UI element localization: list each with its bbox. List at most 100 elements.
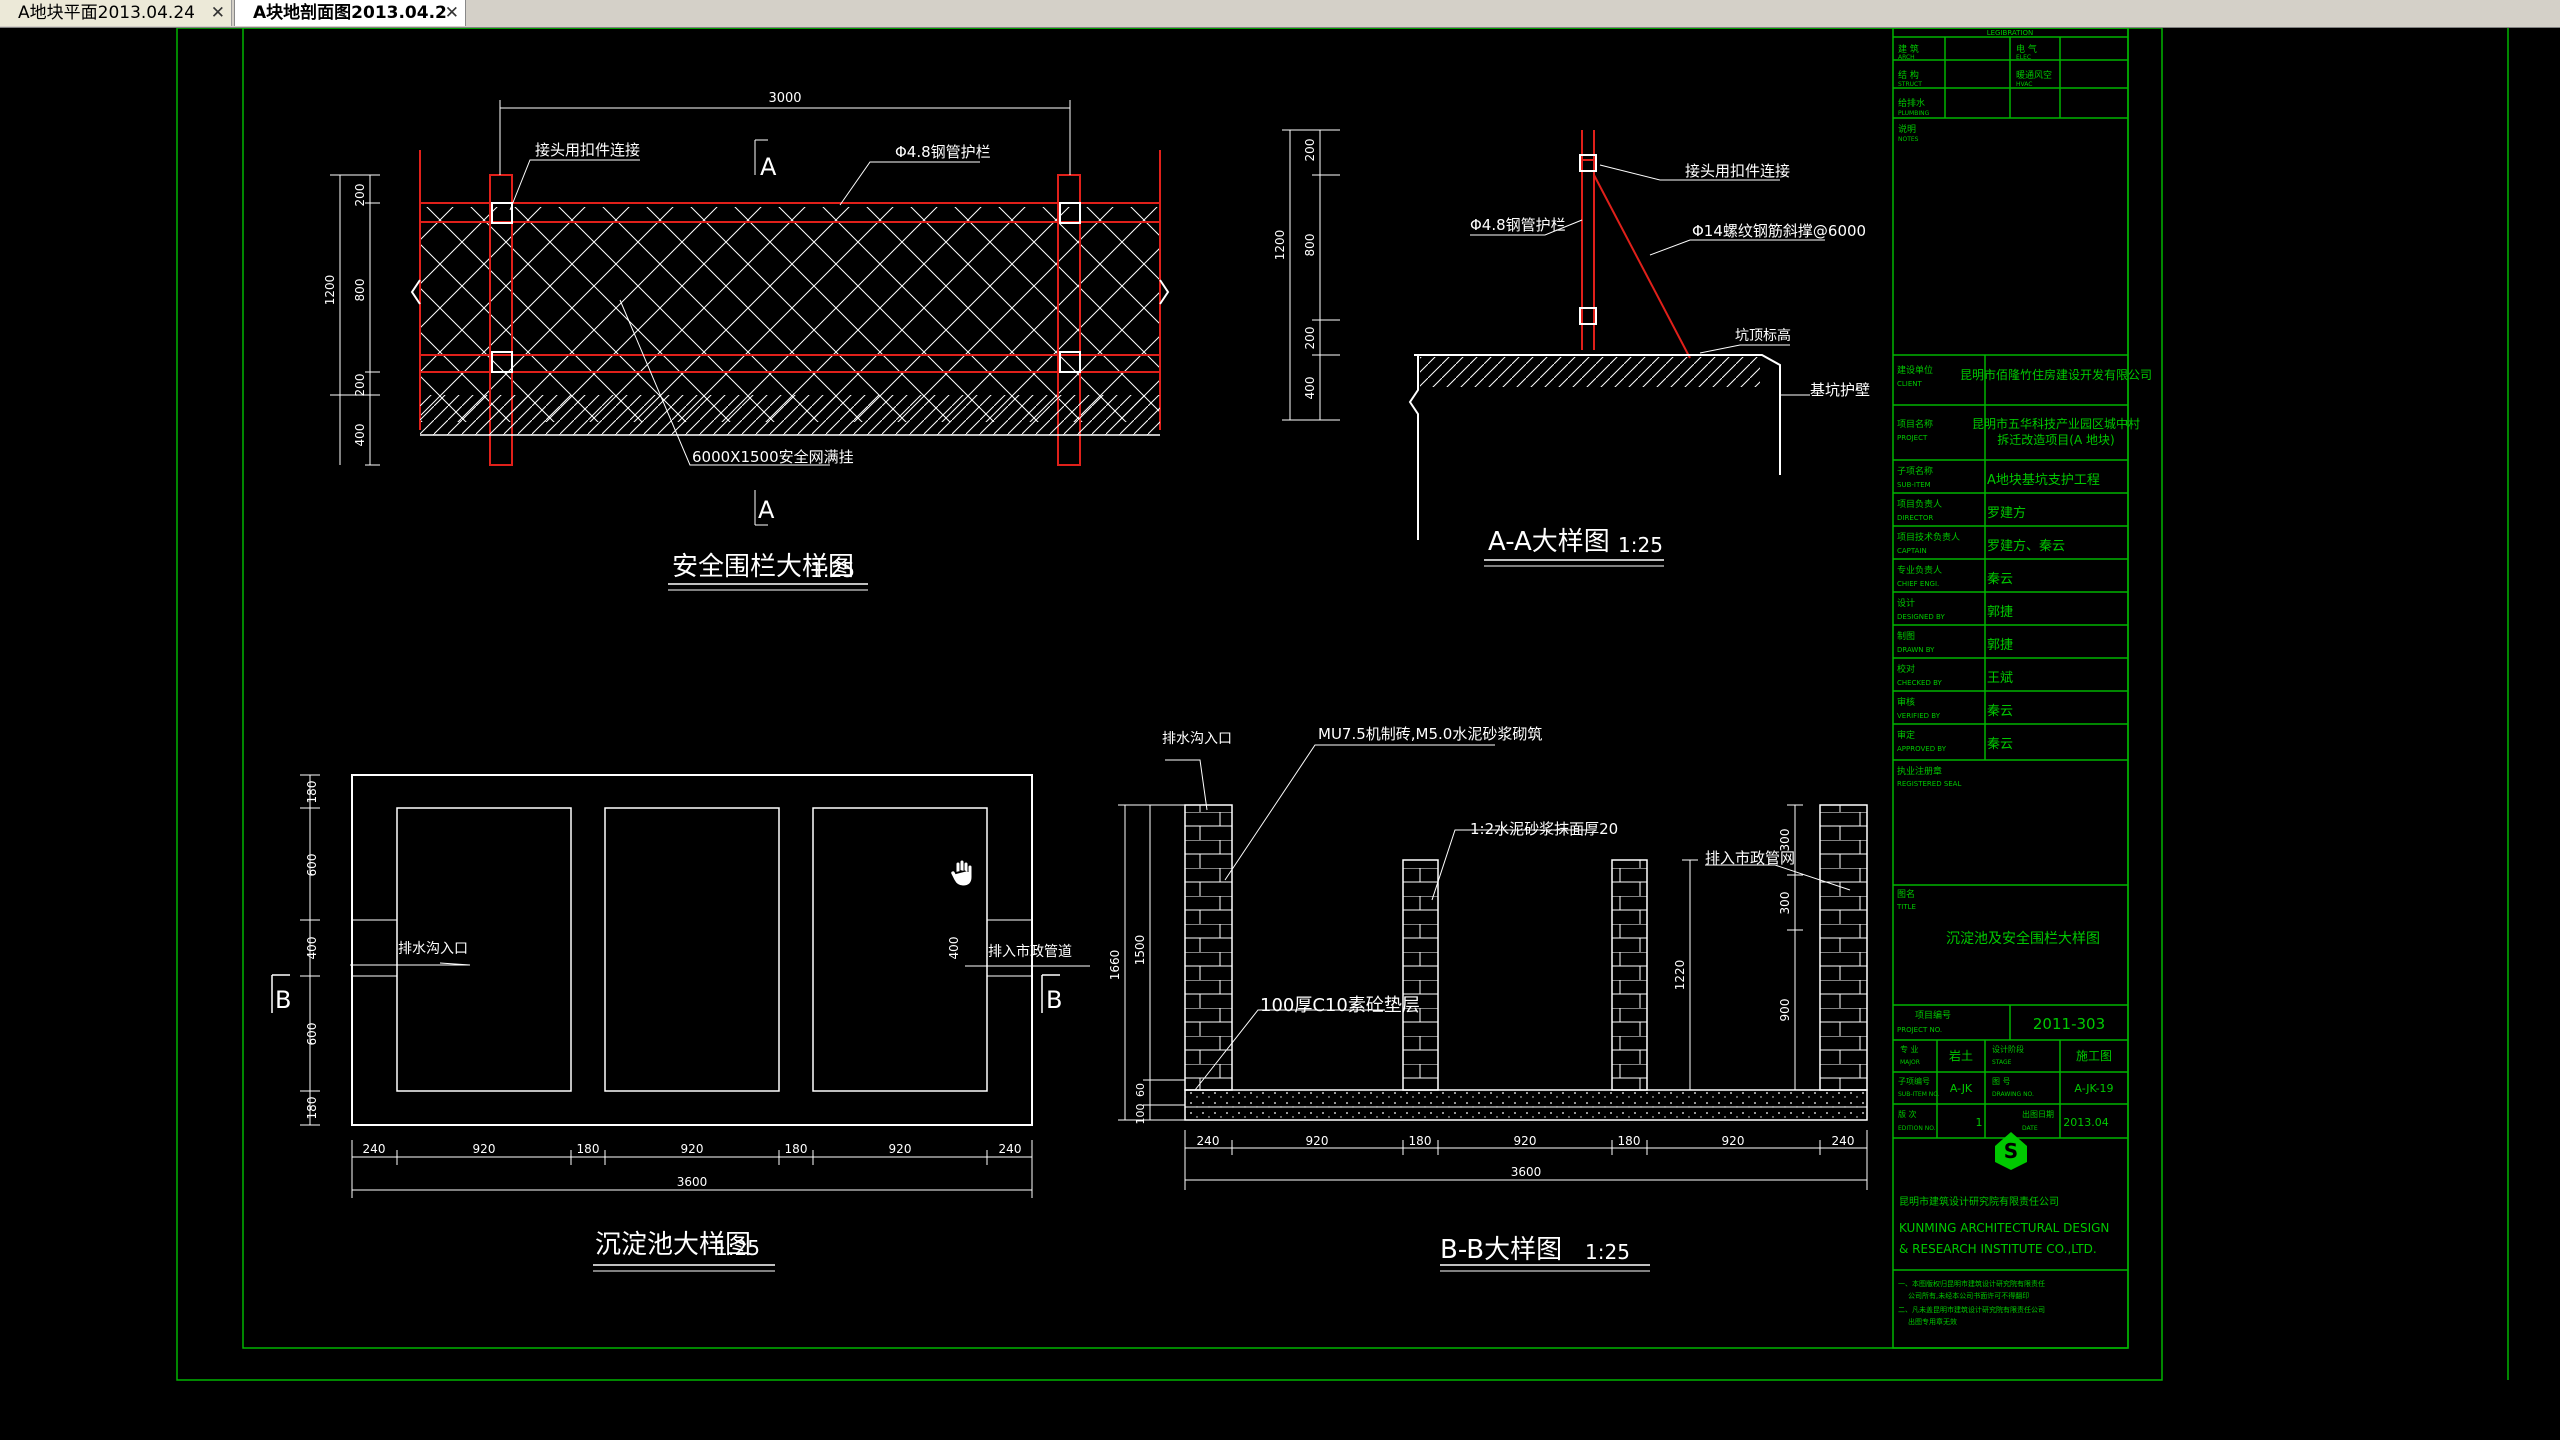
tb-footnote-1b: 公司所有,未经本公司书面许可不得翻印 bbox=[1908, 1291, 2029, 1300]
tb-subno: A-JK bbox=[1950, 1082, 1973, 1095]
tb-drawn: 郭捷 bbox=[1987, 637, 2013, 653]
bb-label-base: 100厚C10素砼垫层 bbox=[1260, 995, 1420, 1016]
tb-row5-en: CHIEF ENGI. bbox=[1897, 580, 1939, 588]
bb-dim-left-2: 60 bbox=[1134, 1083, 1147, 1097]
bb-dim-left-3: 100 bbox=[1134, 1104, 1147, 1125]
tb-projno: 2011-303 bbox=[2033, 1015, 2105, 1033]
tb-client: 昆明市佰隆竹住房建设开发有限公司 bbox=[1960, 367, 2152, 382]
tb-row8-en: CHECKED BY bbox=[1897, 679, 1943, 687]
tank-label-out: 排入市政管道 bbox=[988, 943, 1072, 960]
fence-top-dim: 3000 bbox=[768, 91, 801, 106]
tb-projno-en: PROJECT NO. bbox=[1897, 1026, 1942, 1034]
tb-company-cn: 昆明市建筑设计研究院有限责任公司 bbox=[1899, 1195, 2059, 1208]
section-mark-b-left: B bbox=[275, 986, 291, 1014]
tb-date-label: 出图日期 bbox=[2022, 1109, 2054, 1119]
bb-hdim-1: 240 bbox=[1197, 1134, 1220, 1148]
tb-captain: 罗建方、秦云 bbox=[1987, 538, 2065, 554]
tb-projno-label: 项目编号 bbox=[1915, 1009, 1951, 1021]
tb-company-en2: & RESEARCH INSTITUTE CO.,LTD. bbox=[1899, 1242, 2097, 1256]
tb-row10-en: APPROVED BY bbox=[1897, 745, 1947, 753]
tb-sign-1d: ELEC bbox=[2016, 54, 2031, 61]
tab-label: A地块平面2013.04.24 bbox=[18, 3, 195, 23]
bb-title: B-B大样图 bbox=[1440, 1235, 1562, 1265]
tb-seal-cn: 执业注册章 bbox=[1897, 765, 1942, 777]
tank-hdim-2: 920 bbox=[473, 1142, 496, 1156]
fence-dim-total: 1200 bbox=[323, 275, 337, 306]
aa-dim-3: 200 bbox=[1303, 327, 1317, 350]
tb-subno-label: 子项编号 bbox=[1898, 1076, 1930, 1086]
bb-scale: 1:25 bbox=[1585, 1240, 1630, 1264]
tb-header: LEGIBRATION bbox=[1987, 29, 2034, 37]
close-tab-icon[interactable]: ✕ bbox=[445, 0, 459, 26]
aa-dim-total: 1200 bbox=[1273, 230, 1287, 261]
bb-hdim-4: 920 bbox=[1514, 1134, 1537, 1148]
tb-major: 岩土 bbox=[1949, 1048, 1973, 1063]
fence-elevation-drawing: 3000 200 800 200 400 1200 接头用扣件连接 Φ4.8钢管… bbox=[323, 91, 1170, 591]
tank-hdim-6: 920 bbox=[889, 1142, 912, 1156]
tb-checked: 王斌 bbox=[1987, 671, 2013, 686]
tb-row6-cn: 设计 bbox=[1897, 597, 1915, 609]
cad-drawing-canvas[interactable]: 3000 200 800 200 400 1200 接头用扣件连接 Φ4.8钢管… bbox=[0, 28, 2560, 1440]
bb-dim-right-3: 900 bbox=[1778, 999, 1792, 1022]
tank-vdim-1: 180 bbox=[305, 781, 319, 804]
tb-row7-en: DRAWN BY bbox=[1897, 646, 1935, 654]
aa-label-top: 坑顶标高 bbox=[1735, 327, 1791, 344]
tank-plan-drawing bbox=[271, 774, 1090, 1272]
tb-row4-en: CAPTAIN bbox=[1897, 547, 1927, 555]
tank-inner-dim: 400 bbox=[947, 937, 961, 960]
bb-label-in: 排水沟入口 bbox=[1162, 731, 1232, 747]
tb-edition-label: 版 次 bbox=[1898, 1109, 1917, 1119]
aa-label-brace: Φ14螺纹钢筋斜撑@6000 bbox=[1692, 222, 1866, 240]
tb-title-cn: 图名 bbox=[1897, 888, 1915, 900]
tb-subno-en: SUB-ITEM NO. bbox=[1898, 1091, 1940, 1098]
tb-row2-cn: 子项名称 bbox=[1897, 465, 1933, 477]
document-tab-bar: A地块平面2013.04.24 ✕ A块地剖面图2013.04.2 ✕ bbox=[0, 0, 2560, 28]
fence-dim-4: 400 bbox=[353, 424, 367, 447]
tb-date-en: DATE bbox=[2022, 1125, 2038, 1132]
tb-sign-2b: STRUCT bbox=[1898, 81, 1922, 88]
tb-footnote-1: 一、本图版权归昆明市建筑设计研究院有限责任 bbox=[1898, 1279, 2045, 1288]
tb-row3-cn: 项目负责人 bbox=[1897, 498, 1942, 510]
tank-vdim-5: 180 bbox=[305, 1097, 319, 1120]
section-aa-drawing: 200 800 200 400 1200 接头用扣件连接 Φ4.8钢管护栏 Φ1… bbox=[1273, 129, 1870, 567]
tb-stage-label: 设计阶段 bbox=[1992, 1044, 2024, 1054]
fence-label-net: 6000X1500安全网满挂 bbox=[692, 448, 854, 466]
tank-plan-text: 排水沟入口 排入市政管道 400 B B 180 600 400 600 180… bbox=[275, 781, 1072, 1260]
tank-hdim-total: 3600 bbox=[677, 1175, 708, 1189]
aa-label-pipe: Φ4.8钢管护栏 bbox=[1470, 216, 1566, 234]
tb-sign-3a: 给排水 bbox=[1898, 97, 1925, 109]
tb-director: 罗建方 bbox=[1987, 505, 2026, 521]
document-tab-a-plan[interactable]: A地块平面2013.04.24 ✕ bbox=[0, 0, 232, 26]
tb-chief: 秦云 bbox=[1987, 572, 2013, 587]
tb-date: 2013.04 bbox=[2063, 1116, 2109, 1129]
tab-label: A块地剖面图2013.04.2 bbox=[253, 3, 447, 23]
tb-major-label: 专 业 bbox=[1900, 1044, 1919, 1054]
tb-row2-en: SUB-ITEM bbox=[1897, 481, 1931, 489]
hand-cursor-icon bbox=[950, 859, 973, 887]
fence-dim-3: 200 bbox=[353, 374, 367, 397]
tank-vdim-3: 400 bbox=[305, 937, 319, 960]
bb-dim-right-2: 300 bbox=[1778, 892, 1792, 915]
section-mark-b-right: B bbox=[1046, 986, 1062, 1014]
bb-hdim-6: 920 bbox=[1722, 1134, 1745, 1148]
tb-drawing-title: 沉淀池及安全围栏大样图 bbox=[1946, 930, 2100, 947]
tb-row5-cn: 专业负责人 bbox=[1897, 564, 1942, 576]
close-tab-icon[interactable]: ✕ bbox=[211, 0, 225, 26]
bb-hdim-2: 920 bbox=[1306, 1134, 1329, 1148]
tb-edition-en: EDITION NO. bbox=[1898, 1125, 1936, 1132]
tb-notes-en: NOTES bbox=[1898, 136, 1919, 143]
tank-hdim-7: 240 bbox=[999, 1142, 1022, 1156]
tb-row0-en: CLIENT bbox=[1897, 380, 1923, 388]
tank-scale: 1:25 bbox=[715, 1236, 760, 1260]
document-tab-a-section[interactable]: A块地剖面图2013.04.2 ✕ bbox=[234, 0, 466, 26]
tb-company-en1: KUNMING ARCHITECTURAL DESIGN bbox=[1899, 1221, 2109, 1235]
aa-title: A-A大样图 bbox=[1488, 527, 1610, 557]
aa-dim-2: 800 bbox=[1303, 234, 1317, 257]
tb-row9-en: VERIFIED BY bbox=[1897, 712, 1941, 720]
tank-hdim-1: 240 bbox=[363, 1142, 386, 1156]
tb-sign-2c: 暖通风空 bbox=[2016, 69, 2052, 81]
bb-hdim-total: 3600 bbox=[1511, 1165, 1542, 1179]
tb-row1-en: PROJECT bbox=[1897, 434, 1928, 442]
tb-stage: 施工图 bbox=[2076, 1049, 2112, 1063]
bb-label-wall: MU7.5机制砖,M5.0水泥砂浆砌筑 bbox=[1318, 725, 1542, 743]
